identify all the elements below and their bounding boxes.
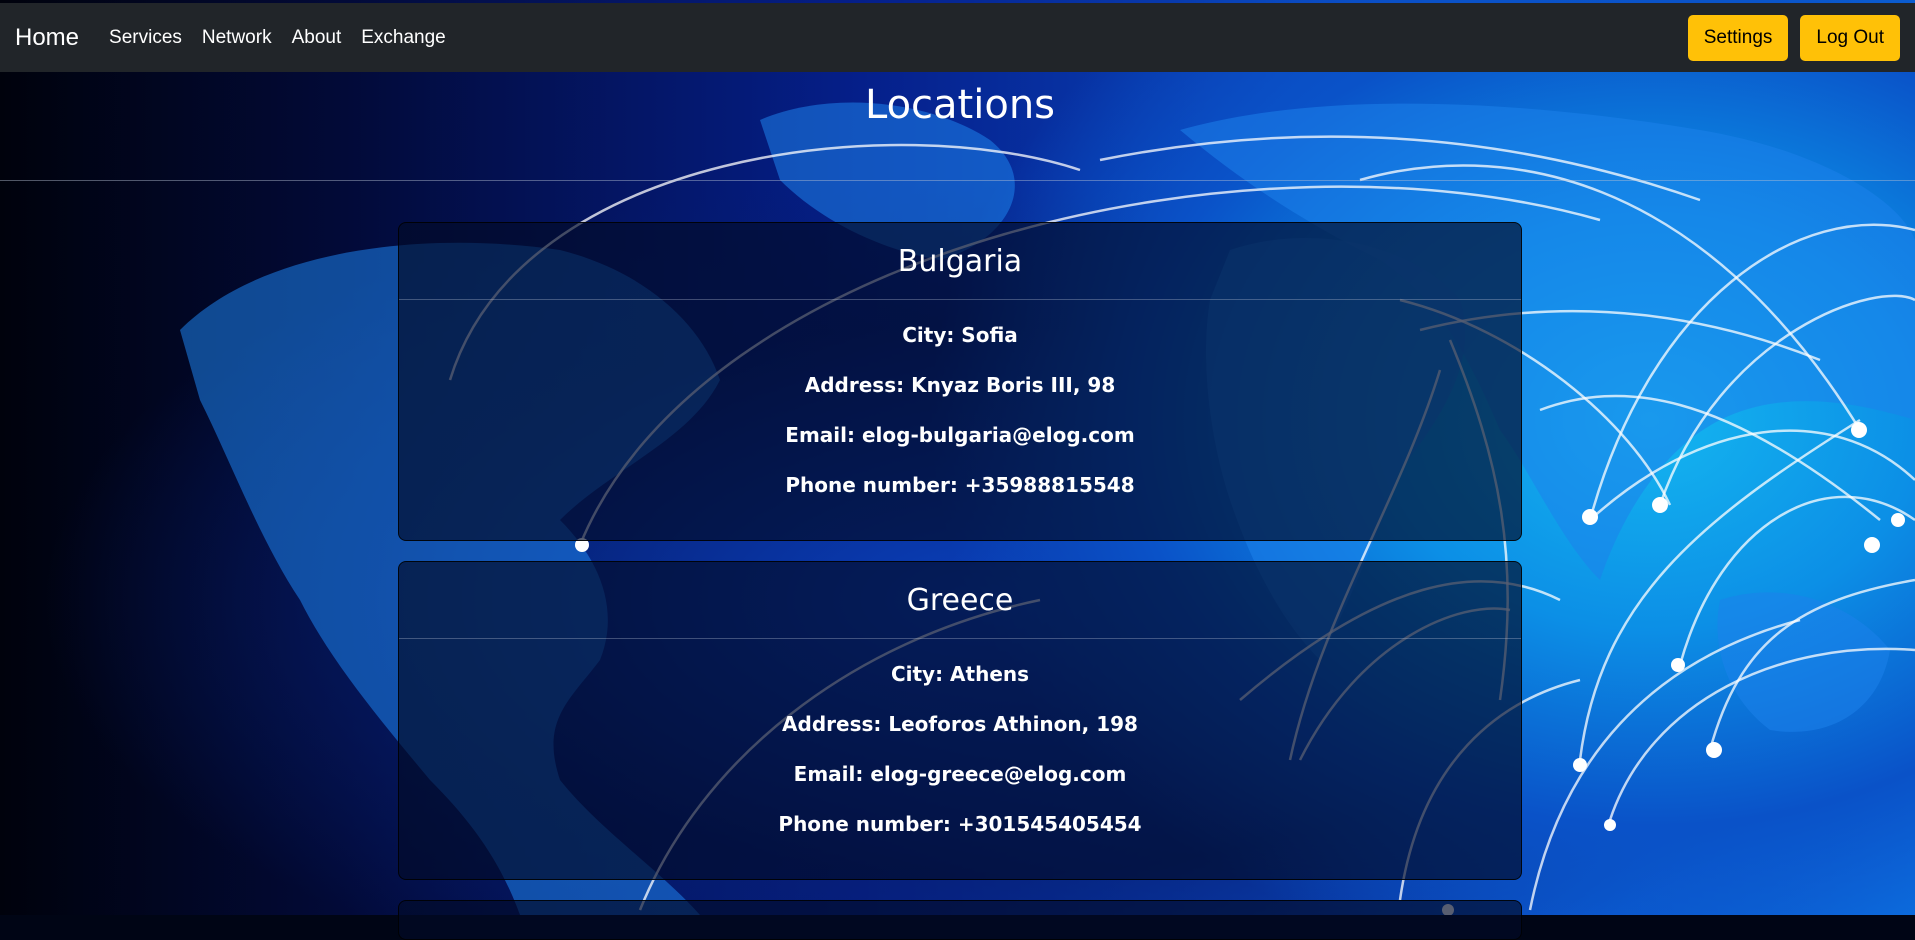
card-body: City: Sofia Address: Knyaz Boris III, 98… bbox=[399, 300, 1521, 500]
location-card-partial bbox=[398, 900, 1522, 940]
logout-button[interactable]: Log Out bbox=[1800, 14, 1900, 61]
nav-link-exchange[interactable]: Exchange bbox=[361, 27, 446, 49]
top-navbar: Home Services Network About Exchange Set… bbox=[0, 3, 1915, 72]
page-title: Locations bbox=[864, 82, 1056, 128]
title-divider bbox=[0, 180, 1915, 181]
card-body: City: Athens Address: Leoforos Athinon, … bbox=[399, 639, 1521, 839]
settings-button[interactable]: Settings bbox=[1687, 14, 1789, 61]
nav-link-network[interactable]: Network bbox=[202, 27, 272, 49]
location-address: Address: Knyaz Boris III, 98 bbox=[804, 373, 1116, 397]
location-email: Email: elog-greece@elog.com bbox=[793, 762, 1127, 786]
location-email: Email: elog-bulgaria@elog.com bbox=[785, 423, 1135, 447]
card-header-country: Greece bbox=[399, 562, 1521, 639]
nav-link-about[interactable]: About bbox=[292, 27, 342, 49]
location-city: City: Sofia bbox=[902, 323, 1018, 347]
nav-link-services[interactable]: Services bbox=[109, 27, 182, 49]
location-phone: Phone number: +301545405454 bbox=[778, 812, 1142, 836]
location-address: Address: Leoforos Athinon, 198 bbox=[782, 712, 1138, 736]
location-card-bulgaria: Bulgaria City: Sofia Address: Knyaz Bori… bbox=[398, 222, 1522, 541]
card-header-country: Bulgaria bbox=[399, 223, 1521, 300]
home-link[interactable]: Home bbox=[15, 24, 79, 52]
location-phone: Phone number: +35988815548 bbox=[785, 473, 1135, 497]
location-card-greece: Greece City: Athens Address: Leoforos At… bbox=[398, 561, 1522, 880]
location-city: City: Athens bbox=[890, 662, 1030, 686]
